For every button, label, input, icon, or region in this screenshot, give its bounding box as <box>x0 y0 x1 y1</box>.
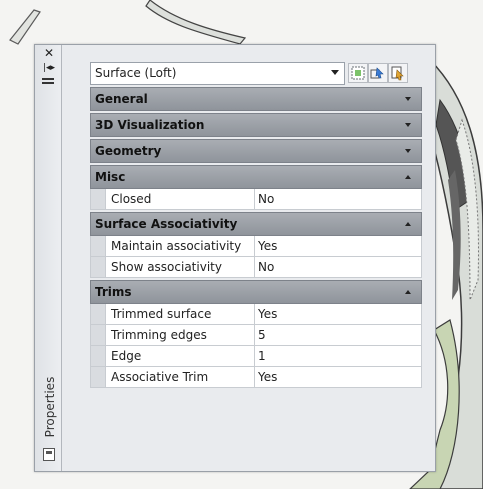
property-row[interactable]: Trimmed surface Yes <box>90 304 422 325</box>
object-type-dropdown[interactable]: Surface (Loft) <box>90 62 345 85</box>
property-row[interactable]: Edge 1 <box>90 346 422 367</box>
category-surface-associativity[interactable]: Surface Associativity <box>90 212 422 236</box>
property-value[interactable]: 1 <box>255 346 422 366</box>
misc-rows: Closed No <box>90 189 422 210</box>
property-row[interactable]: Associative Trim Yes <box>90 367 422 388</box>
category-general[interactable]: General <box>90 87 422 111</box>
chevron-down-icon <box>405 149 411 153</box>
chevron-up-icon <box>405 290 411 294</box>
close-icon[interactable]: ✕ <box>42 46 56 60</box>
chevron-up-icon <box>405 175 411 179</box>
category-label: Misc <box>95 170 126 184</box>
properties-menu-icon[interactable] <box>42 78 54 88</box>
trims-rows: Trimmed surface Yes Trimming edges 5 Edg… <box>90 304 422 388</box>
category-label: 3D Visualization <box>95 118 205 132</box>
property-name: Trimmed surface <box>105 304 255 324</box>
chevron-down-icon <box>405 123 411 127</box>
property-value[interactable]: No <box>255 257 422 277</box>
property-grid: General 3D Visualization Geometry Misc C… <box>90 87 422 390</box>
object-type-value: Surface (Loft) <box>95 66 177 80</box>
property-name: Associative Trim <box>105 367 255 387</box>
palette-settings-icon[interactable] <box>43 448 55 461</box>
select-objects-icon[interactable] <box>368 63 388 83</box>
category-misc[interactable]: Misc <box>90 165 422 189</box>
property-row[interactable]: Show associativity No <box>90 257 422 278</box>
associativity-rows: Maintain associativity Yes Show associat… <box>90 236 422 278</box>
property-name: Closed <box>105 189 255 209</box>
toggle-pickadd-icon[interactable] <box>388 63 408 83</box>
property-value[interactable]: No <box>255 189 422 209</box>
property-value[interactable]: Yes <box>255 304 422 324</box>
palette-title: Properties <box>43 376 57 438</box>
chevron-up-icon <box>405 222 411 226</box>
property-name: Maintain associativity <box>105 236 255 256</box>
quick-select-icon[interactable] <box>348 63 368 83</box>
category-3d-visualization[interactable]: 3D Visualization <box>90 113 422 137</box>
property-value[interactable]: 5 <box>255 325 422 345</box>
category-trims[interactable]: Trims <box>90 280 422 304</box>
property-name: Trimming edges <box>105 325 255 345</box>
category-label: Geometry <box>95 144 162 158</box>
category-geometry[interactable]: Geometry <box>90 139 422 163</box>
category-label: Surface Associativity <box>95 217 238 231</box>
property-row[interactable]: Maintain associativity Yes <box>90 236 422 257</box>
category-label: Trims <box>95 285 132 299</box>
autohide-icon[interactable]: |◂▸ <box>42 62 56 74</box>
property-name: Show associativity <box>105 257 255 277</box>
chevron-down-icon <box>331 70 339 75</box>
property-value[interactable]: Yes <box>255 367 422 387</box>
property-row[interactable]: Trimming edges 5 <box>90 325 422 346</box>
palette-title-strip[interactable]: ✕ |◂▸ Properties <box>35 45 62 471</box>
property-value[interactable]: Yes <box>255 236 422 256</box>
property-row[interactable]: Closed No <box>90 189 422 210</box>
category-label: General <box>95 92 148 106</box>
property-name: Edge <box>105 346 255 366</box>
properties-palette: ✕ |◂▸ Properties Surface (Loft) General … <box>34 44 436 472</box>
chevron-down-icon <box>405 97 411 101</box>
